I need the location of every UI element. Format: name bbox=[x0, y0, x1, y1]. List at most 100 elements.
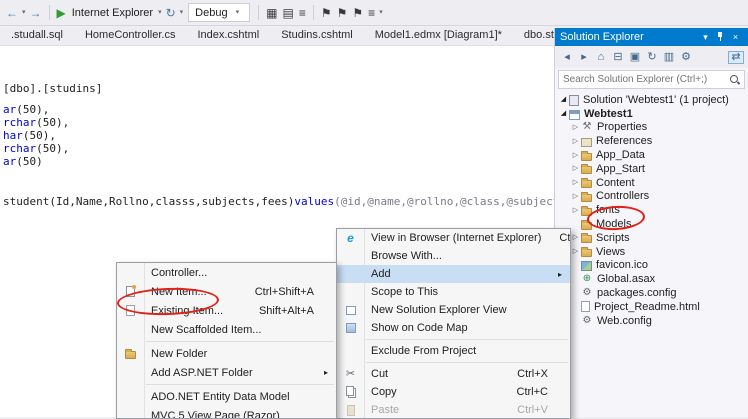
tab-studall-sql[interactable]: .studall.sql bbox=[0, 27, 74, 44]
code-keyword: ar bbox=[3, 155, 16, 168]
home-icon[interactable]: ⌂ bbox=[593, 52, 609, 63]
chevron-collapsed-icon[interactable]: ▷ bbox=[570, 179, 581, 186]
chevron-down-icon[interactable]: ▾ bbox=[180, 9, 184, 16]
tree-item-views[interactable]: ▷ Views bbox=[555, 245, 748, 259]
menu-item-label: Exclude From Project bbox=[364, 345, 554, 357]
chevron-expanded-icon[interactable]: ◢ bbox=[558, 96, 569, 103]
browser-select-label[interactable]: Internet Explorer bbox=[72, 7, 153, 19]
menu-item-label: Existing Item... bbox=[144, 305, 241, 317]
paste-icon bbox=[337, 405, 364, 416]
menu-item-label: View in Browser (Internet Explorer) bbox=[364, 232, 541, 244]
chevron-collapsed-icon[interactable]: ▷ bbox=[570, 234, 581, 241]
chevron-expanded-icon[interactable]: ◢ bbox=[558, 110, 569, 117]
nav-forward-icon[interactable]: ▸ bbox=[576, 52, 592, 63]
navigate-back-icon[interactable]: ← bbox=[5, 7, 19, 19]
debug-configuration-select[interactable]: Debug ▾ bbox=[188, 3, 250, 22]
menu-item-show-on-code-map[interactable]: Show on Code Map bbox=[337, 319, 570, 337]
refresh-icon[interactable]: ↻ bbox=[165, 7, 177, 19]
close-icon[interactable]: × bbox=[728, 33, 743, 42]
menu-item-new-solution-explorer-view[interactable]: New Solution Explorer View bbox=[337, 301, 570, 319]
menu-item-label: Scope to This bbox=[364, 286, 554, 298]
collapse-all-icon[interactable]: ⊟ bbox=[610, 52, 626, 63]
menu-item-new-scaffolded-item[interactable]: New Scaffolded Item... bbox=[117, 320, 336, 339]
window-position-icon[interactable]: ▾ bbox=[698, 33, 713, 42]
tree-item-controllers[interactable]: ▷ Controllers bbox=[555, 190, 748, 204]
menu-item-paste: Paste Ctrl+V bbox=[337, 401, 570, 419]
submenu-arrow-icon: ▸ bbox=[320, 368, 332, 377]
tree-item-label: References bbox=[596, 135, 652, 147]
scope-icon[interactable]: ▣ bbox=[627, 52, 643, 63]
tree-item-content[interactable]: ▷ Content bbox=[555, 176, 748, 190]
tree-item-app-start[interactable]: ▷ App_Start bbox=[555, 162, 748, 176]
page-glyph bbox=[126, 305, 135, 316]
tree-item-packages-config[interactable]: ⚙ packages.config bbox=[555, 286, 748, 300]
menu-item-add[interactable]: Add ▸ bbox=[337, 265, 570, 283]
bookmark-icon[interactable]: ⚑ bbox=[320, 7, 333, 19]
tab-model1-edmx[interactable]: Model1.edmx [Diagram1]* bbox=[364, 27, 513, 44]
chevron-collapsed-icon[interactable]: ▷ bbox=[570, 124, 581, 131]
tab-studins-cshtml[interactable]: Studins.cshtml bbox=[270, 27, 364, 44]
tree-item-properties[interactable]: ▷ ⚒ Properties bbox=[555, 121, 748, 135]
refresh-icon[interactable]: ↻ bbox=[644, 52, 660, 63]
tree-item-references[interactable]: ▷ References bbox=[555, 134, 748, 148]
search-icon[interactable] bbox=[730, 75, 740, 85]
sync-with-active-document-icon[interactable]: ⇄ bbox=[728, 51, 744, 64]
chevron-collapsed-icon[interactable]: ▷ bbox=[570, 152, 581, 159]
chevron-down-icon[interactable]: ▾ bbox=[158, 9, 162, 16]
tree-item-project-readme[interactable]: Project_Readme.html bbox=[555, 300, 748, 314]
menu-item-exclude-from-project[interactable]: Exclude From Project bbox=[337, 342, 570, 360]
tree-item-app-data[interactable]: ▷ App_Data bbox=[555, 148, 748, 162]
menu-item-browse-with[interactable]: Browse With... bbox=[337, 247, 570, 265]
chevron-collapsed-icon[interactable]: ▷ bbox=[570, 138, 581, 145]
tree-item-favicon[interactable]: favicon.ico bbox=[555, 259, 748, 273]
grid-icon[interactable]: ▦ bbox=[265, 7, 278, 19]
chevron-down-icon[interactable]: ▾ bbox=[22, 9, 26, 16]
menu-item-cut[interactable]: ✂ Cut Ctrl+X bbox=[337, 365, 570, 383]
pin-icon[interactable] bbox=[713, 31, 728, 44]
navigate-forward-icon[interactable]: → bbox=[29, 7, 43, 19]
menu-item-copy[interactable]: Copy Ctrl+C bbox=[337, 383, 570, 401]
code-line: har(50), bbox=[3, 129, 56, 142]
code-line: rchar(50), bbox=[3, 116, 69, 129]
chevron-down-icon[interactable]: ▾ bbox=[379, 9, 383, 16]
tree-item-project-webtest1[interactable]: ◢ Webtest1 bbox=[555, 107, 748, 121]
chevron-collapsed-icon[interactable]: ▷ bbox=[570, 193, 581, 200]
list-icon[interactable]: ≡ bbox=[298, 7, 307, 19]
menu-item-controller[interactable]: Controller... bbox=[117, 263, 336, 282]
menu-item-new-folder[interactable]: New Folder bbox=[117, 344, 336, 363]
bookmark-prev-icon[interactable]: ⚑ bbox=[351, 7, 364, 19]
menu-item-new-item[interactable]: New Item... Ctrl+Shift+A bbox=[117, 282, 336, 301]
properties-icon[interactable]: ⚙ bbox=[678, 52, 694, 63]
nav-back-icon[interactable]: ◂ bbox=[559, 52, 575, 63]
bookmark-next-icon[interactable]: ⚑ bbox=[336, 7, 349, 19]
outline-icon[interactable]: ≡ bbox=[367, 7, 376, 19]
menu-item-label: Add bbox=[364, 268, 554, 280]
code-text: [dbo].[studins] bbox=[3, 82, 102, 95]
menu-item-ado-net-entity-data-model[interactable]: ADO.NET Entity Data Model bbox=[117, 387, 336, 406]
context-menu: e View in Browser (Internet Explorer) Ct… bbox=[336, 228, 571, 419]
solution-search-box[interactable] bbox=[558, 70, 745, 89]
layout-icon[interactable]: ▤ bbox=[282, 7, 295, 19]
start-debug-icon[interactable]: ▶ bbox=[56, 7, 67, 19]
chevron-collapsed-icon[interactable]: ▷ bbox=[570, 248, 581, 255]
tree-item-models[interactable]: Models bbox=[555, 217, 748, 231]
tree-item-global-asax[interactable]: ⊕ Global.asax bbox=[555, 272, 748, 286]
tree-item-web-config[interactable]: ⚙ Web.config bbox=[555, 314, 748, 328]
tab-index-cshtml[interactable]: Index.cshtml bbox=[186, 27, 270, 44]
menu-item-scope-to-this[interactable]: Scope to This bbox=[337, 283, 570, 301]
menu-item-existing-item[interactable]: Existing Item... Shift+Alt+A bbox=[117, 301, 336, 320]
tree-item-scripts[interactable]: ▷ Scripts bbox=[555, 231, 748, 245]
folder-icon bbox=[581, 194, 592, 202]
show-all-files-icon[interactable]: ▥ bbox=[661, 52, 677, 63]
search-input[interactable] bbox=[563, 74, 730, 85]
solution-explorer-titlebar[interactable]: Solution Explorer ▾ × bbox=[555, 28, 748, 46]
tree-item-fonts[interactable]: ▷ fonts bbox=[555, 203, 748, 217]
tree-item-solution[interactable]: ◢ Solution 'Webtest1' (1 project) bbox=[555, 93, 748, 107]
chevron-collapsed-icon[interactable]: ▷ bbox=[570, 165, 581, 172]
chevron-collapsed-icon[interactable]: ▷ bbox=[570, 207, 581, 214]
menu-item-add-aspnet-folder[interactable]: Add ASP.NET Folder ▸ bbox=[117, 363, 336, 382]
folder-icon bbox=[581, 249, 592, 257]
menu-item-view-in-browser[interactable]: e View in Browser (Internet Explorer) Ct… bbox=[337, 229, 570, 247]
menu-item-mvc5-view-page[interactable]: MVC 5 View Page (Razor) bbox=[117, 406, 336, 419]
tab-homecontroller-cs[interactable]: HomeController.cs bbox=[74, 27, 186, 44]
